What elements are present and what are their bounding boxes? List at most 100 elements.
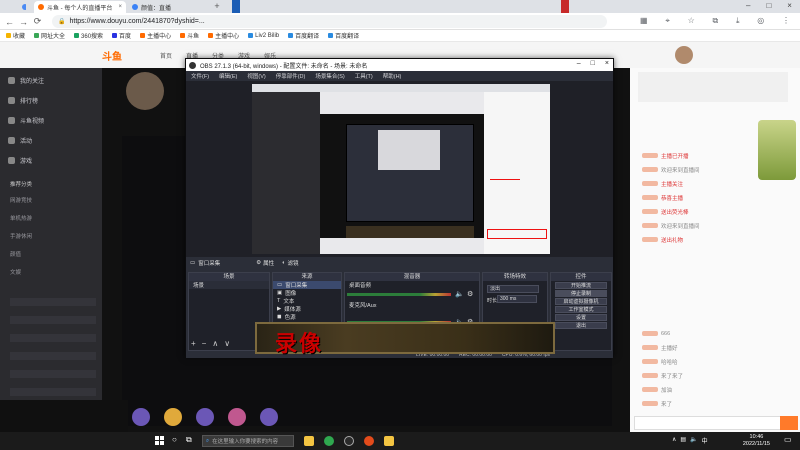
rank-tabs[interactable] <box>638 72 788 102</box>
gear-icon[interactable]: ⚙ <box>467 290 473 298</box>
network-icon[interactable]: ▤ <box>680 436 686 445</box>
bookmark-star-icon[interactable]: ☆ <box>688 16 695 27</box>
source-item[interactable]: ◼ 色源 <box>273 313 341 321</box>
close-window-icon[interactable]: × <box>787 1 792 12</box>
sidebar-item-video[interactable]: 斗鱼视频 <box>8 116 44 125</box>
source-item[interactable]: ▭ 窗口采集 <box>273 281 341 289</box>
stop-recording-button[interactable]: 停止录制 <box>555 290 607 297</box>
bookmark-item[interactable]: 百度翻译 <box>288 31 319 40</box>
minimize-icon[interactable]: – <box>577 60 581 67</box>
menu-icon[interactable]: ⋮ <box>782 16 790 27</box>
maximize-icon[interactable]: □ <box>591 60 595 67</box>
taskbar-search-input[interactable]: ⌕ 在这里输入你要搜索的内容 <box>202 435 294 447</box>
gear-icon[interactable]: ⚙ <box>256 260 261 266</box>
extension-icon[interactable]: ⧉ <box>713 16 719 27</box>
menu-docks[interactable]: 停靠部件(D) <box>276 72 306 80</box>
studio-mode-button[interactable]: 工作室模式 <box>555 306 607 313</box>
sidebar-section[interactable]: 颜值 <box>10 250 21 258</box>
bookmark-item[interactable]: 网址大全 <box>34 31 65 40</box>
sidebar-section[interactable]: 单机热游 <box>10 214 32 222</box>
scene-item[interactable]: 场景 <box>189 281 269 289</box>
browser-menu-icon[interactable] <box>18 1 26 13</box>
sidebar-section[interactable]: 手游休闲 <box>10 232 32 240</box>
file-explorer-icon[interactable] <box>304 436 314 446</box>
volume-icon[interactable]: 🔈 <box>690 436 697 445</box>
sidebar-item-game[interactable]: 游戏 <box>8 156 32 165</box>
plus-icon[interactable]: + <box>212 1 222 12</box>
source-item[interactable]: T 文本 <box>273 297 341 305</box>
address-bar[interactable]: 🔒 https://www.douyu.com/2441870?dyshid=.… <box>52 15 607 28</box>
ime-icon[interactable]: 中 <box>702 436 708 445</box>
app-icon[interactable] <box>364 436 374 446</box>
sidebar-item-rank[interactable]: 排行榜 <box>8 96 38 105</box>
tab-douyu[interactable]: 斗鱼 - 每个人的直播平台 × <box>34 1 126 13</box>
taskbar-clock[interactable]: 10:46 2022/11/15 <box>743 434 770 448</box>
properties-button[interactable]: 属性 <box>263 259 274 267</box>
menu-file[interactable]: 文件(F) <box>191 72 209 80</box>
move-down-icon[interactable]: ∨ <box>224 339 230 348</box>
chat-input[interactable] <box>634 416 796 430</box>
douyu-logo[interactable]: 斗鱼 <box>102 48 122 63</box>
task-view-icon[interactable]: ⧉ <box>186 435 192 445</box>
bookmark-item[interactable]: 斗鱼 <box>180 31 199 40</box>
source-item[interactable]: ▣ 图像 <box>273 289 341 297</box>
cortana-icon[interactable]: ○ <box>172 435 177 444</box>
close-icon[interactable]: × <box>118 4 122 10</box>
profile-icon[interactable]: ◎ <box>757 16 764 27</box>
move-up-icon[interactable]: ∧ <box>212 339 218 348</box>
menu-help[interactable]: 帮助(H) <box>383 72 402 80</box>
bookmark-item[interactable]: 主播中心 <box>208 31 239 40</box>
exit-button[interactable]: 退出 <box>555 322 607 329</box>
bookmark-item[interactable]: 百度 <box>112 31 131 40</box>
location-icon[interactable]: ⌖ <box>665 16 670 27</box>
start-streaming-button[interactable]: 开始推流 <box>555 282 607 289</box>
nav-item[interactable]: 首页 <box>160 51 172 60</box>
windows-start-icon[interactable] <box>155 436 164 445</box>
send-button[interactable] <box>780 416 798 430</box>
gift-icon[interactable] <box>260 408 278 426</box>
menu-edit[interactable]: 编辑(E) <box>219 72 237 80</box>
menu-view[interactable]: 视图(V) <box>247 72 265 80</box>
tab-second[interactable]: 颜值：直播 <box>128 1 210 13</box>
streamer-avatar[interactable] <box>126 72 164 110</box>
filters-button[interactable]: 滤镜 <box>288 259 299 267</box>
menu-scene-collection[interactable]: 场景集合(S) <box>315 72 344 80</box>
close-icon[interactable]: × <box>605 60 609 67</box>
menu-tools[interactable]: 工具(T) <box>355 72 373 80</box>
virtual-camera-button[interactable]: 启动虚拟摄像机 <box>555 298 607 305</box>
chevron-up-icon[interactable]: ∧ <box>672 436 676 445</box>
obs-app-icon[interactable] <box>344 436 354 446</box>
filter-icon[interactable]: ◐ <box>282 260 285 266</box>
settings-button[interactable]: 设置 <box>555 314 607 321</box>
grid-icon[interactable]: ▦ <box>640 16 648 27</box>
gift-icon[interactable] <box>228 408 246 426</box>
back-icon[interactable]: ← <box>4 16 15 27</box>
event-badge[interactable] <box>758 120 796 180</box>
bookmark-item[interactable]: 百度翻译 <box>328 31 359 40</box>
notification-icon[interactable]: ▭ <box>784 435 794 447</box>
browser-360-icon[interactable] <box>324 436 334 446</box>
gift-icon[interactable] <box>164 408 182 426</box>
sidebar-section[interactable]: 文娱 <box>10 268 21 276</box>
sidebar-item-activity[interactable]: 活动 <box>8 136 32 145</box>
speaker-icon[interactable]: 🔈 <box>455 290 464 298</box>
transition-select[interactable]: 淡出 <box>487 285 539 293</box>
reload-icon[interactable]: ⟳ <box>32 16 43 27</box>
maximize-icon[interactable]: □ <box>766 1 771 12</box>
remove-icon[interactable]: − <box>202 339 207 348</box>
gift-icon[interactable] <box>196 408 214 426</box>
app-icon[interactable] <box>384 436 394 446</box>
duration-input[interactable]: 300 ms <box>497 295 537 303</box>
forward-icon[interactable]: → <box>18 16 29 27</box>
sidebar-item-follow[interactable]: 我的关注 <box>8 76 44 85</box>
bookmark-item[interactable]: Liv2 Bilib <box>248 33 279 39</box>
bookmark-item[interactable]: 360搜索 <box>74 31 103 40</box>
download-icon[interactable]: ⤓ <box>736 16 740 27</box>
avatar[interactable] <box>675 46 693 64</box>
sidebar-section[interactable]: 网游竞技 <box>10 196 32 204</box>
bookmark-item[interactable]: 收藏 <box>6 31 25 40</box>
bookmark-item[interactable]: 主播中心 <box>140 31 171 40</box>
source-item[interactable]: ▶ 媒体源 <box>273 305 341 313</box>
gift-icon[interactable] <box>132 408 150 426</box>
add-icon[interactable]: + <box>191 339 196 348</box>
